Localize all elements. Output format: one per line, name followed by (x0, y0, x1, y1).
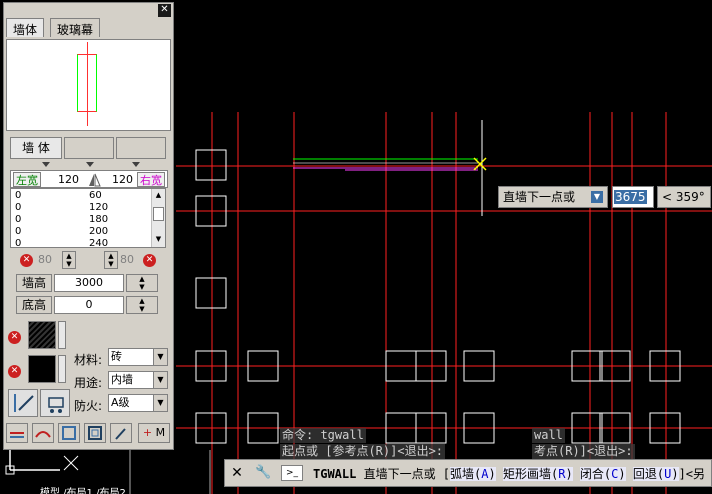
wall-height-label: 墙高 (16, 274, 52, 292)
wall-properties-panel: ✕ 墙体 玻璃幕 墙 体 左宽 120 120 右宽 0 60 0 120 0 180… (3, 2, 174, 450)
scroll-thumb[interactable] (153, 207, 164, 221)
clear-hatch-icon[interactable]: ✕ (8, 331, 21, 344)
subtab-2[interactable] (64, 137, 114, 159)
prompt-dropdown-icon[interactable]: ▼ (591, 191, 603, 203)
preview-wall-shape (77, 54, 97, 112)
chevron-down-icon[interactable]: ▼ (153, 395, 167, 411)
usage-label: 用途: (74, 376, 103, 390)
right-width-value[interactable]: 120 (105, 172, 135, 187)
chevron-down-icon[interactable]: ▼ (153, 372, 167, 388)
base-height-label: 底高 (16, 296, 52, 314)
extra-tool-button[interactable]: + M (138, 423, 170, 443)
tab-wall[interactable]: 墙体 (6, 18, 45, 37)
base-height-spinner[interactable]: ▲ ▼ (126, 296, 158, 314)
history-line-1: 命令: tgwall (280, 428, 366, 443)
list-item[interactable]: 0 200 (15, 226, 145, 238)
subtab-wall[interactable]: 墙 体 (10, 137, 62, 159)
hatch-pattern-swatch[interactable] (28, 321, 56, 349)
left-offset-spinner[interactable]: ▲ ▼ (62, 251, 76, 269)
wall-height-input[interactable]: 3000 (54, 274, 124, 292)
fill-color-swatch[interactable] (28, 355, 56, 383)
clear-fill-icon[interactable]: ✕ (8, 365, 21, 378)
fill-scrollbar[interactable] (58, 355, 66, 383)
close-icon[interactable]: ✕ (158, 4, 171, 17)
cart-tool-icon[interactable] (40, 389, 70, 417)
command-prompt-icon[interactable]: >_ (281, 465, 303, 481)
hatch-scrollbar[interactable] (58, 321, 66, 349)
material-label: 材料: (74, 353, 103, 367)
length-input[interactable]: 3675 (612, 186, 654, 208)
ucs-icon (5, 450, 79, 475)
eyedropper-icon[interactable] (110, 423, 132, 443)
left-offset-value[interactable]: 80 (38, 253, 58, 269)
layout-tabs[interactable]: 模型 /布局1 /布局2 (40, 484, 224, 494)
close-icon[interactable]: ✕ (229, 465, 245, 481)
wrench-icon[interactable]: 🔧 (255, 465, 271, 481)
base-height-input[interactable]: 0 (54, 296, 124, 314)
list-item[interactable]: 0 240 (15, 238, 145, 247)
material-select[interactable]: 砖 ▼ (108, 348, 168, 366)
left-width-label[interactable]: 左宽 (13, 172, 41, 187)
panel-titlebar[interactable] (4, 3, 173, 18)
command-line-bar: ✕ 🔧 >_ TGWALL 直墙下一点或 [弧墙(A) 矩形画墙(R) 闭合(C… (224, 459, 712, 487)
list-item[interactable]: 0 60 (15, 190, 145, 202)
subtab-markers (42, 162, 140, 167)
wall-preview-box (6, 39, 171, 131)
right-offset-value[interactable]: 80 (120, 253, 140, 269)
right-width-label[interactable]: 右宽 (137, 172, 165, 187)
wall-thickness-list[interactable]: 0 60 0 120 0 180 0 200 0 240 ▲ ▼ (10, 188, 166, 248)
list-item[interactable]: 0 180 (15, 214, 145, 226)
fire-label: 防火: (74, 399, 103, 413)
swap-width-icon[interactable] (87, 172, 101, 187)
subtab-3[interactable] (116, 137, 166, 159)
scroll-up-icon[interactable]: ▲ (153, 191, 164, 201)
draw-wall-tool-icon[interactable] (8, 389, 38, 417)
left-width-value[interactable]: 120 (47, 172, 81, 187)
rect-wall-icon[interactable] (58, 423, 80, 443)
command-input[interactable]: TGWALL 直墙下一点或 [弧墙(A) 矩形画墙(R) 闭合(C) 回退(U)… (313, 465, 711, 483)
chevron-down-icon[interactable]: ▼ (153, 349, 167, 365)
arc-wall-icon[interactable] (32, 423, 54, 443)
history-line-3: wall (532, 428, 565, 443)
fire-select[interactable]: A级 ▼ (108, 394, 168, 412)
tab-glass-curtain[interactable]: 玻璃幕 (50, 18, 101, 37)
clear-left-offset-icon[interactable]: ✕ (20, 254, 33, 267)
history-line-4: 考点(R)]<退出>: (532, 444, 635, 459)
angle-readout: < 359° (657, 186, 711, 208)
clear-right-offset-icon[interactable]: ✕ (143, 254, 156, 267)
list-item[interactable]: 0 120 (15, 202, 145, 214)
room-wall-icon[interactable] (84, 423, 106, 443)
history-line-2: 起点或 [参考点(R)]<退出>: (280, 444, 446, 459)
dynamic-prompt: 直墙下一点或 ▼ (498, 186, 608, 208)
wall-width-row: 左宽 120 120 右宽 (10, 170, 168, 188)
usage-select[interactable]: 内墙 ▼ (108, 371, 168, 389)
right-offset-spinner[interactable]: ▲ ▼ (104, 251, 118, 269)
panel-tabbar: 墙体 玻璃幕 (4, 18, 173, 38)
wall-subtabs: 墙 体 (10, 137, 168, 159)
scroll-down-icon[interactable]: ▼ (153, 235, 164, 245)
straight-wall-icon[interactable] (6, 423, 28, 443)
list-scrollbar[interactable]: ▲ ▼ (151, 189, 165, 247)
wall-height-spinner[interactable]: ▲ ▼ (126, 274, 158, 292)
